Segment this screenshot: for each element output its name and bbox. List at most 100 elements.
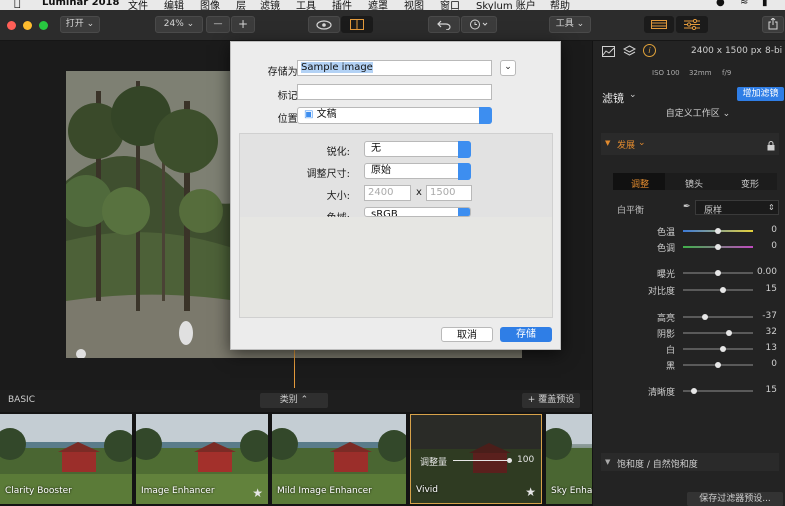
slider-label: 阴影: [656, 330, 675, 340]
tab-lens[interactable]: 镜头: [665, 173, 721, 190]
menu-skylum-account[interactable]: Skylum 账户: [476, 0, 536, 10]
select-arrows-icon: [479, 107, 492, 124]
slider-knob[interactable]: [690, 388, 697, 394]
menu-edit[interactable]: 编辑: [164, 0, 184, 10]
slider-label: 色调: [656, 244, 675, 254]
slider-track[interactable]: [683, 348, 753, 350]
menu-help[interactable]: 帮助: [550, 0, 570, 10]
save-button[interactable]: 存储: [500, 327, 552, 342]
category-select[interactable]: 类别 ⌃: [260, 393, 328, 408]
menu-file[interactable]: 文件: [128, 0, 148, 10]
layers-icon[interactable]: [623, 45, 636, 57]
zoom-window-button[interactable]: [39, 21, 48, 30]
slider-track[interactable]: [683, 316, 753, 318]
colorspace-select[interactable]: sRGB: [364, 207, 471, 217]
preset-thumb[interactable]: Clarity Booster: [0, 414, 132, 504]
compare-divider[interactable]: [294, 350, 295, 388]
star-icon[interactable]: ★: [525, 485, 536, 499]
chevron-down-icon: ⌄: [186, 19, 195, 29]
tab-adjust[interactable]: 调整: [613, 173, 665, 190]
save-dialog: 存储为: Sample image ⌄ 标记: 位置: ▣ 文稿 锐化: 无 调…: [230, 41, 561, 350]
info-icon[interactable]: i: [643, 44, 656, 57]
save-filters-preset-button[interactable]: 保存过滤器预设...: [687, 492, 783, 506]
lock-icon[interactable]: [767, 141, 775, 151]
zoom-out-button[interactable]: —: [206, 16, 230, 33]
preset-thumb[interactable]: Mild Image Enhancer: [272, 414, 406, 504]
slider-knob[interactable]: [715, 270, 721, 276]
width-input[interactable]: 2400: [364, 185, 411, 201]
add-filter-button[interactable]: 增加滤镜: [737, 87, 784, 101]
eyedropper-icon[interactable]: ✒: [683, 202, 691, 212]
tab-transform[interactable]: 变形: [721, 173, 777, 190]
sharpen-value: 无: [371, 143, 381, 154]
open-label: 打开: [65, 19, 84, 29]
slider-knob[interactable]: [702, 314, 709, 320]
white-balance-select[interactable]: 原样 ⇕: [695, 200, 779, 216]
slider-track[interactable]: [683, 332, 753, 334]
slider-knob[interactable]: [720, 287, 727, 293]
preset-thumb[interactable]: Sky Enhan: [546, 414, 592, 504]
open-button[interactable]: 打开 ⌄: [60, 16, 100, 33]
override-preset-button[interactable]: + 覆盖预设: [522, 393, 580, 408]
menu-mask[interactable]: 遮罩: [368, 0, 388, 10]
undo-icon: [437, 20, 451, 30]
slider-knob[interactable]: [715, 362, 721, 368]
height-input[interactable]: 1500: [426, 185, 472, 201]
split-compare-icon: [350, 19, 364, 30]
slider-knob[interactable]: [715, 228, 721, 234]
tools-menu-button[interactable]: 工具 ⌄: [549, 16, 591, 33]
undo-button[interactable]: [428, 16, 460, 33]
select-arrows-icon: [458, 208, 470, 216]
status-icon[interactable]: ●: [716, 0, 725, 8]
histogram-icon[interactable]: [602, 46, 615, 57]
menu-plugins[interactable]: 插件: [332, 0, 352, 10]
amount-slider[interactable]: [453, 458, 512, 463]
zoom-select[interactable]: 24% ⌄: [155, 16, 203, 33]
workspace-label: 自定义工作区: [665, 109, 720, 119]
filmstrip-toggle[interactable]: [644, 16, 674, 33]
collapse-arrow-icon[interactable]: ▼: [605, 139, 610, 147]
menu-layer[interactable]: 层: [236, 0, 246, 10]
workspace-select[interactable]: 自定义工作区 ⌄: [653, 107, 743, 121]
menu-window[interactable]: 窗口: [440, 0, 460, 10]
menu-filter[interactable]: 滤镜: [260, 0, 280, 10]
close-window-button[interactable]: [7, 21, 16, 30]
sharpen-select[interactable]: 无: [364, 141, 471, 158]
cancel-button[interactable]: 取消: [441, 327, 493, 342]
menu-view[interactable]: 视图: [404, 0, 424, 10]
select-arrows-icon: [458, 141, 471, 158]
save-as-input[interactable]: Sample image: [297, 60, 492, 76]
tags-input[interactable]: [297, 84, 492, 100]
wifi-icon[interactable]: ≈: [740, 0, 748, 8]
adjustments-toggle[interactable]: [676, 16, 708, 33]
apple-icon[interactable]: : [14, 0, 21, 9]
compare-button[interactable]: [341, 16, 373, 33]
adjustments-panel: i 2400 x 1500 px 8-bi ISO 100 32mm f/9 滤…: [592, 41, 785, 506]
tags-label: 标记:: [277, 91, 301, 102]
minimize-window-button[interactable]: [23, 21, 32, 30]
star-icon[interactable]: ★: [252, 486, 263, 500]
expand-dialog-button[interactable]: ⌄: [500, 60, 516, 76]
preset-thumb-selected[interactable]: 调整量 100 Vivid ★: [410, 414, 542, 504]
slider-track[interactable]: [683, 289, 753, 291]
menu-image[interactable]: 图像: [200, 0, 220, 10]
app-menu[interactable]: Luminar 2018: [42, 0, 119, 8]
menu-tools[interactable]: 工具: [296, 0, 316, 10]
zoom-in-button[interactable]: +: [231, 16, 255, 33]
slider-knob[interactable]: [726, 330, 733, 336]
location-select[interactable]: ▣ 文稿: [297, 107, 492, 124]
preview-button[interactable]: [308, 16, 340, 33]
slider-knob[interactable]: [719, 346, 726, 352]
slider-knob[interactable]: [715, 244, 721, 250]
chevron-down-icon[interactable]: ⌄: [629, 90, 637, 100]
battery-icon[interactable]: ▮: [762, 0, 768, 8]
zoom-in-label: +: [237, 17, 249, 31]
resize-select[interactable]: 原始: [364, 163, 471, 180]
chevron-down-icon[interactable]: ⌄: [638, 138, 646, 148]
amount-slider-knob[interactable]: [507, 458, 512, 463]
preset-thumb[interactable]: Image Enhancer ★: [136, 414, 268, 504]
collapse-arrow-icon[interactable]: ▼: [605, 458, 610, 466]
history-button[interactable]: [461, 16, 497, 33]
share-button[interactable]: [762, 16, 784, 33]
focal-length: 32mm: [689, 69, 712, 77]
